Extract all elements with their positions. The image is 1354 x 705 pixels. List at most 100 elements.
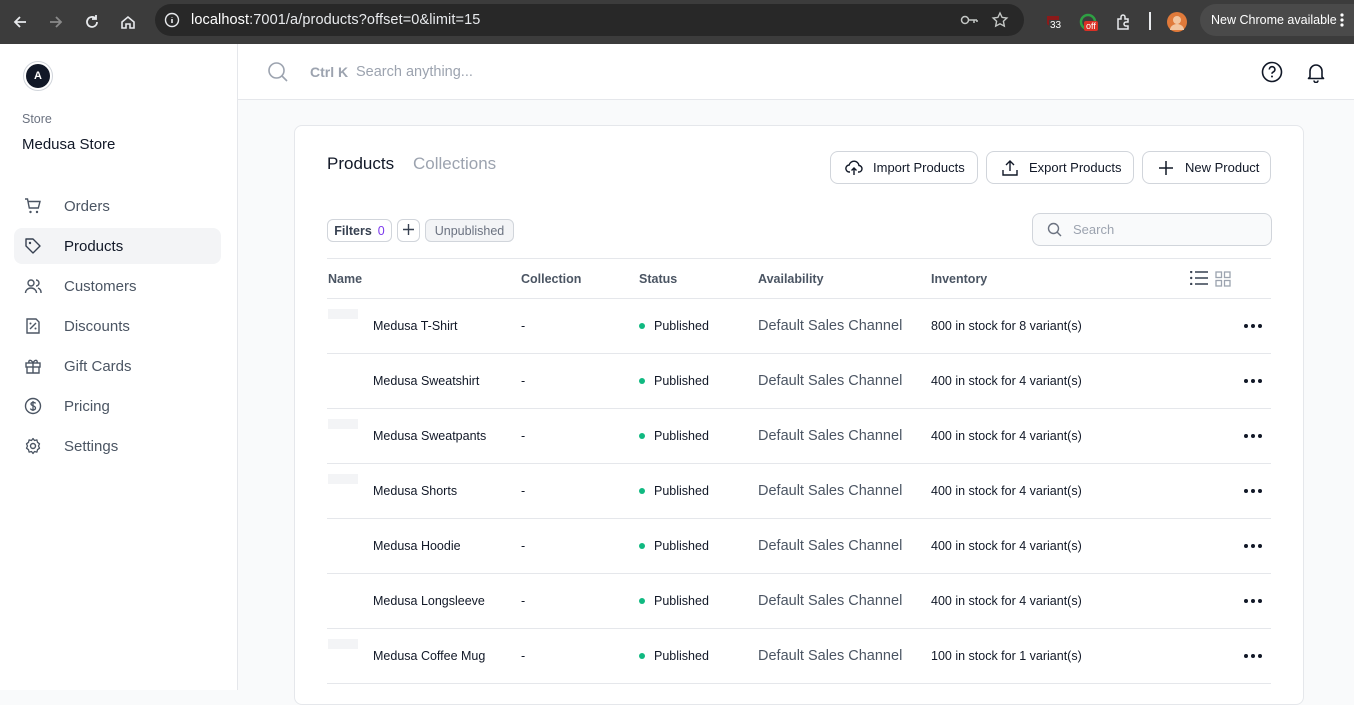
product-inventory: 400 in stock for 4 variant(s) <box>931 374 1082 388</box>
address-bar[interactable]: localhost:7001/a/products?offset=0&limit… <box>155 4 1024 36</box>
product-collection: - <box>521 594 526 608</box>
table-row[interactable]: Medusa Sweatpants - Published Default Sales… <box>327 409 1271 464</box>
bookmark-star-icon[interactable] <box>991 11 1009 34</box>
product-availability: Default Sales Channel <box>758 538 903 554</box>
sidebar: A Store Medusa Store Orders Products Cus… <box>0 44 238 690</box>
row-actions-ellipsis-icon[interactable] <box>1244 374 1262 388</box>
users-icon <box>24 277 42 295</box>
import-products-button[interactable]: Import Products <box>830 151 978 184</box>
table-row[interactable]: Medusa Coffee Mug - Published Default Sales… <box>327 629 1271 684</box>
upload-cloud-icon <box>845 159 863 177</box>
extension-2-icon[interactable]: off <box>1076 10 1100 34</box>
extension-1-icon[interactable]: 33 <box>1041 10 1065 34</box>
store-label: Store <box>22 112 52 126</box>
table-row[interactable]: Medusa T-Shirt - Published Default Sales Ch… <box>327 299 1271 354</box>
top-bar: Ctrl K Search anything... <box>238 44 1354 100</box>
global-search-input[interactable]: Search anything... <box>356 64 473 80</box>
sidebar-item-discounts[interactable]: Discounts <box>14 308 221 344</box>
filters-button[interactable]: Filters 0 <box>327 219 392 242</box>
status-badge: Published <box>639 484 709 498</box>
tab-products[interactable]: Products <box>327 154 394 174</box>
plus-icon <box>1157 159 1175 177</box>
sidebar-item-gift-cards[interactable]: Gift Cards <box>14 348 221 384</box>
menu-kebab-icon[interactable] <box>1339 12 1345 31</box>
product-collection: - <box>521 539 526 553</box>
new-chrome-available-button[interactable]: New Chrome available <box>1200 4 1354 36</box>
status-badge: Published <box>639 539 709 553</box>
sidebar-item-pricing[interactable]: Pricing <box>14 388 221 424</box>
row-actions-ellipsis-icon[interactable] <box>1244 319 1262 333</box>
extensions-puzzle-icon[interactable] <box>1111 10 1135 34</box>
product-availability: Default Sales Channel <box>758 428 903 444</box>
export-products-button[interactable]: Export Products <box>986 151 1134 184</box>
product-collection: - <box>521 319 526 333</box>
toolbar-divider <box>1149 12 1151 30</box>
url-text: localhost:7001/a/products?offset=0&limit… <box>191 12 481 28</box>
status-badge: Published <box>639 319 709 333</box>
row-actions-ellipsis-icon[interactable] <box>1244 594 1262 608</box>
row-actions-ellipsis-icon[interactable] <box>1244 649 1262 663</box>
product-name: Medusa Sweatshirt <box>373 374 480 388</box>
product-availability: Default Sales Channel <box>758 373 903 389</box>
sidebar-item-products[interactable]: Products <box>14 228 221 264</box>
tab-collections[interactable]: Collections <box>413 154 496 174</box>
forward-icon[interactable] <box>43 9 69 35</box>
product-collection: - <box>521 374 526 388</box>
status-badge: Published <box>639 649 709 663</box>
status-dot <box>639 378 645 384</box>
back-icon[interactable] <box>7 9 33 35</box>
table-row[interactable]: Medusa Longsleeve - Published Default Sales… <box>327 574 1271 629</box>
sidebar-item-orders[interactable]: Orders <box>14 188 221 224</box>
product-collection: - <box>521 649 526 663</box>
add-filter-button[interactable] <box>397 219 420 242</box>
row-actions-ellipsis-icon[interactable] <box>1244 429 1262 443</box>
list-view-icon[interactable] <box>1190 270 1208 288</box>
product-search-input[interactable]: Search <box>1032 213 1272 246</box>
new-product-button[interactable]: New Product <box>1142 151 1271 184</box>
product-inventory: 400 in stock for 4 variant(s) <box>931 484 1082 498</box>
sidebar-item-customers[interactable]: Customers <box>14 268 221 304</box>
store-avatar[interactable]: A <box>23 61 53 91</box>
search-icon <box>1047 222 1062 237</box>
status-badge: Published <box>639 429 709 443</box>
password-key-icon[interactable] <box>959 12 979 33</box>
table-row[interactable]: Medusa Shorts - Published Default Sales Cha… <box>327 464 1271 519</box>
product-name: Medusa Shorts <box>373 484 458 498</box>
store-name: Medusa Store <box>22 136 116 153</box>
notifications-bell-icon[interactable] <box>1305 61 1327 88</box>
product-inventory: 100 in stock for 1 variant(s) <box>931 649 1082 663</box>
column-name: Name <box>328 272 363 286</box>
plus-icon <box>403 223 414 238</box>
reload-icon[interactable] <box>79 9 105 35</box>
home-icon[interactable] <box>115 9 141 35</box>
product-availability: Default Sales Channel <box>758 483 903 499</box>
product-collection: - <box>521 429 526 443</box>
status-dot <box>639 653 645 659</box>
gift-icon <box>24 357 42 375</box>
site-info-icon[interactable] <box>164 12 180 33</box>
grid-view-icon[interactable] <box>1215 271 1231 290</box>
upload-icon <box>1001 159 1019 177</box>
product-collection: - <box>521 484 526 498</box>
unpublished-filter-chip[interactable]: Unpublished <box>425 219 514 242</box>
table-row[interactable]: Medusa Hoodie - Published Default Sales Cha… <box>327 519 1271 574</box>
status-dot <box>639 433 645 439</box>
sidebar-item-settings[interactable]: Settings <box>14 428 221 464</box>
product-name: Medusa Longsleeve <box>373 594 485 608</box>
product-name: Medusa Coffee Mug <box>373 649 486 663</box>
row-actions-ellipsis-icon[interactable] <box>1244 484 1262 498</box>
product-thumbnail <box>328 474 358 484</box>
product-inventory: 800 in stock for 8 variant(s) <box>931 319 1082 333</box>
search-icon <box>267 61 289 88</box>
product-name: Medusa T-Shirt <box>373 319 458 333</box>
help-icon[interactable] <box>1261 61 1283 88</box>
status-badge: Published <box>639 594 709 608</box>
product-thumbnail <box>328 419 358 429</box>
discount-icon <box>24 317 42 335</box>
profile-avatar[interactable] <box>1165 10 1189 34</box>
row-actions-ellipsis-icon[interactable] <box>1244 539 1262 553</box>
column-collection: Collection <box>521 272 582 286</box>
column-status: Status <box>639 272 678 286</box>
table-row[interactable]: Medusa Sweatshirt - Published Default Sales… <box>327 354 1271 409</box>
products-card: Products Collections Import Products Exp… <box>294 125 1304 705</box>
